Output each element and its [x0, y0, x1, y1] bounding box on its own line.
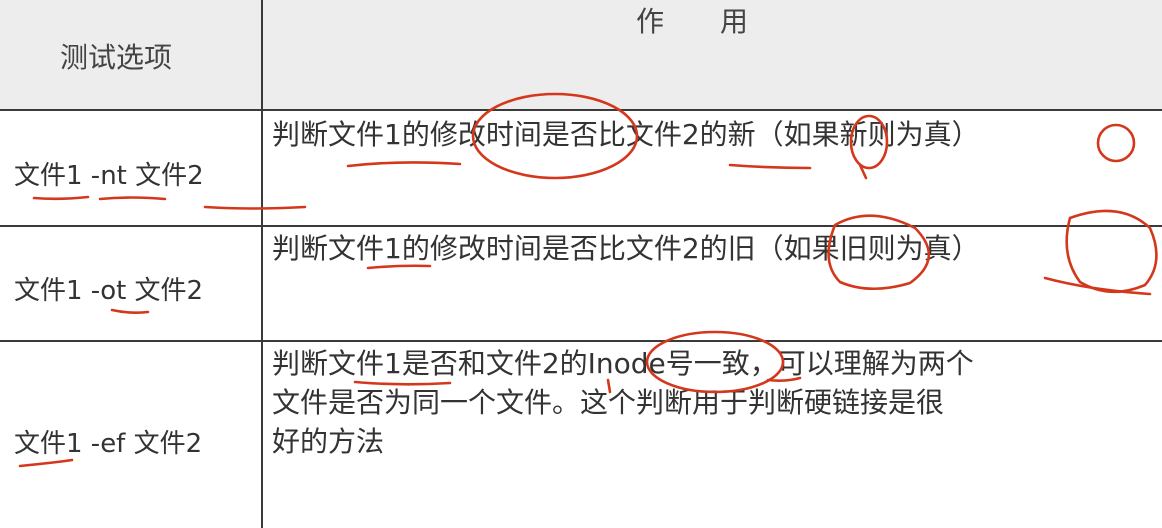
description-line: 判断文件1的修改时间是否比文件2的新（如果新则为真） — [272, 118, 980, 151]
row-divider — [0, 109, 1162, 111]
description-line: 文件是否为同一个文件。这个判断用于判断硬链接是很 — [272, 386, 945, 419]
header-option: 测试选项 — [60, 41, 173, 74]
row-divider — [0, 225, 1162, 227]
header-function: 作 用 — [636, 5, 749, 38]
description-line: 判断文件1的修改时间是否比文件2的旧（如果旧则为真） — [272, 232, 980, 265]
circle-mark — [1096, 123, 1136, 163]
table-header — [0, 0, 1162, 110]
description-line: 好的方法 — [272, 425, 385, 458]
tick-mark — [858, 163, 868, 180]
row-divider — [0, 340, 1162, 342]
underline-mark — [32, 195, 90, 201]
underline-mark — [18, 458, 74, 468]
option-cell-ot: 文件1 -ot 文件2 — [14, 276, 204, 306]
underline-mark — [346, 161, 462, 168]
underline-mark — [728, 163, 812, 170]
option-cell-ef: 文件1 -ef 文件2 — [14, 429, 203, 459]
description-line: 判断文件1是否和文件2的Inode号一致，可以理解为两个 — [272, 347, 974, 380]
circle-mark — [1065, 209, 1158, 294]
column-divider — [261, 0, 263, 528]
underline-mark — [98, 196, 167, 201]
underline-mark — [203, 205, 307, 210]
option-cell-nt: 文件1 -nt 文件2 — [14, 161, 204, 191]
stroke-mark — [1043, 276, 1152, 296]
underline-mark — [110, 308, 150, 314]
